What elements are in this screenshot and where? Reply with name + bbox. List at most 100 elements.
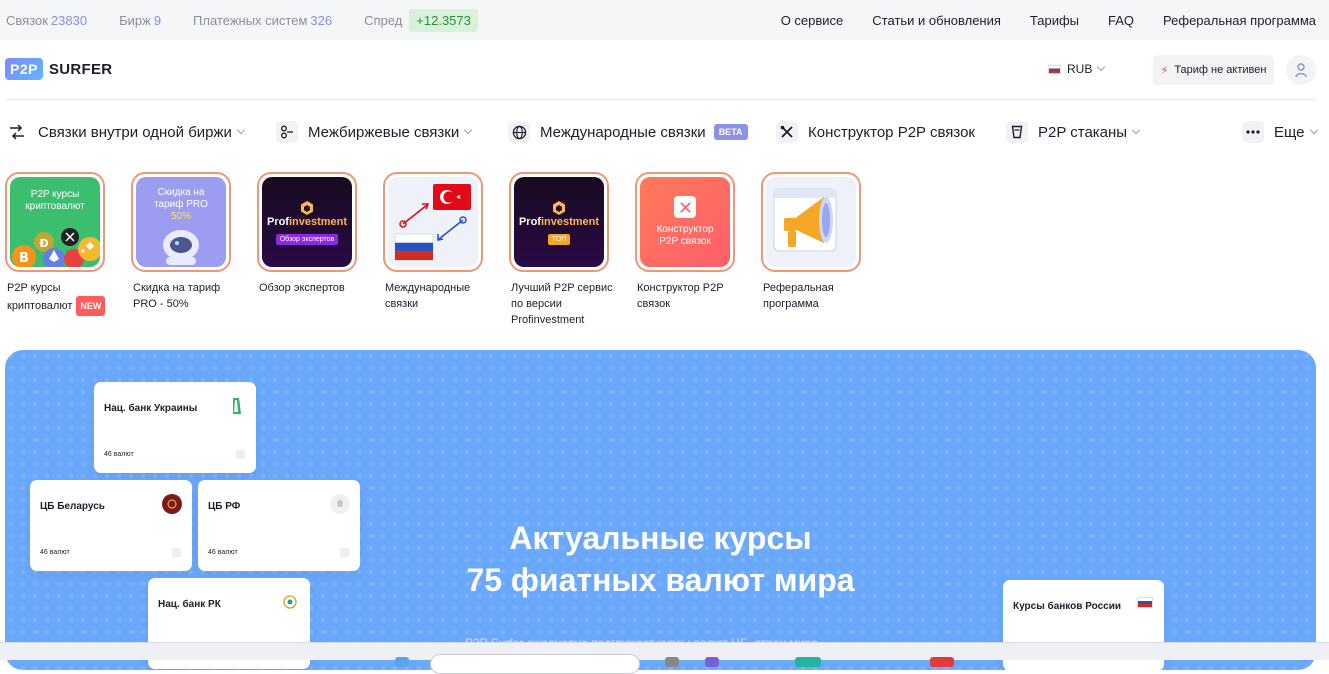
profinvestment-logo: Profinvestment [266,215,348,228]
nav-label: Международные связки [540,123,706,141]
tariff-label: Тариф не активен [1174,64,1267,76]
stat-exchanges: Бирж 9 [119,12,162,28]
arrow-icon [236,450,245,459]
currency-label: RUB [1067,62,1093,76]
story-thumbnail [761,172,861,272]
tools-icon [776,121,798,143]
globe-icon [508,121,530,143]
nav-articles-link[interactable]: Статьи и обновления [872,13,1001,28]
svg-text:Đ: Đ [39,237,48,250]
crypto-coins-icon: B Đ [12,228,100,267]
story-image-sub: ТОП [547,233,571,245]
profinvestment-logo-icon [553,200,565,215]
os-taskbar [0,642,1329,674]
nav-about-link[interactable]: О сервисе [781,13,844,28]
chevron-down-icon [1309,125,1318,135]
currency-selector[interactable]: RUB [1048,62,1106,76]
arbitrage-icon [6,121,28,143]
section-navigation: Связки внутри одной биржи Межбиржевые св… [0,118,1329,146]
story-crypto-rates[interactable]: P2P курсы криптовалют B Đ P2P курсы крип… [5,172,106,316]
beta-badge: BETA [713,124,748,140]
logo[interactable]: P2P SURFER [5,58,112,80]
story-thumbnail [383,172,483,272]
megaphone-icon [773,188,837,252]
russia-bank-emblem-icon [330,494,350,514]
stat-spread: Спред +12.3573 [364,8,478,32]
story-thumbnail: Profinvestment ТОП [509,172,609,272]
app-icon[interactable] [930,657,954,667]
nav-single-exchange[interactable]: Связки внутри одной биржи [6,118,246,146]
header-divider [5,99,1316,100]
belarus-bank-emblem-icon [162,494,182,514]
bank-name: Курсы банков России [1013,601,1122,612]
nav-constructor[interactable]: Конструктор P2P связок [776,118,975,146]
nav-tariffs-link[interactable]: Тарифы [1030,13,1079,28]
story-image-text: Конструктор P2P связок [656,224,714,247]
russia-flag-icon [1048,64,1061,74]
top-navigation: О сервисе Статьи и обновления Тарифы FAQ… [752,0,1316,40]
start-icon[interactable] [395,657,409,667]
chevron-down-icon [463,125,473,135]
story-expert-review[interactable]: Profinvestment Обзор экспертов Обзор экс… [257,172,357,296]
story-international[interactable]: Международные связки [383,172,483,312]
user-icon [1295,62,1307,77]
profinvestment-logo: Profinvestment [518,215,600,228]
stat-bundles: Связок 23830 [6,12,88,28]
bank-card-ukraine[interactable]: Нац. банк Украины 46 валют [94,382,256,473]
nav-inter-exchange[interactable]: Межбиржевые связки [276,118,473,146]
story-image-sub: 50% [170,211,191,222]
logo-badge: P2P [5,58,43,80]
story-pro-discount[interactable]: Скидка на тариф PRO 50% Скидка на тариф … [131,172,231,312]
nav-label: Конструктор P2P связок [808,123,975,141]
nav-faq-link[interactable]: FAQ [1108,13,1134,28]
story-thumbnail: Конструктор P2P связок [635,172,735,272]
story-referral[interactable]: Реферальная программа [761,172,861,312]
new-badge: NEW [76,296,106,316]
currency-count: 46 валют [104,451,134,458]
exchange-icon [276,121,298,143]
story-thumbnail: Скидка на тариф PRO 50% [131,172,231,272]
nav-international[interactable]: Международные связки BETA [508,118,748,146]
app-icon[interactable] [705,657,719,667]
hero-title-line1: Актуальные курсы [509,520,812,556]
nav-more[interactable]: Еще [1242,118,1318,146]
story-caption: Лучший P2P сервис по версии Profinvestme… [511,282,613,326]
story-best-service[interactable]: Profinvestment ТОП Лучший P2P сервис по … [509,172,613,328]
app-icon[interactable] [795,657,821,667]
story-caption: P2P курсы криптовалют NEW [7,280,117,316]
user-profile-button[interactable] [1286,55,1316,85]
profinvestment-logo-icon [301,200,313,215]
nav-label: Еще [1274,123,1305,141]
nav-label: P2P стаканы [1038,123,1128,141]
story-caption: Международные связки [385,282,471,310]
chevron-down-icon [1131,125,1141,135]
astronaut-icon [163,230,199,265]
tariff-button[interactable]: ⚡ Тариф не активен [1153,55,1274,85]
fiat-rates-hero: Нац. банк Украины 46 валют ЦБ Беларусь 4… [5,350,1316,670]
nav-label: Межбиржевые связки [308,123,460,141]
story-image-text: Скидка на тариф PRO [154,187,208,210]
story-caption: Скидка на тариф PRO - 50% [133,282,221,310]
glass-icon [1006,121,1028,143]
svg-text:B: B [19,251,29,266]
chevron-down-icon [236,125,246,135]
more-icon [1242,121,1264,143]
ukraine-bank-emblem-icon [226,396,246,416]
tools-icon [674,196,696,218]
russia-flag-icon [1136,596,1154,608]
story-image-text: P2P курсы криптовалют [25,189,85,212]
taskview-icon[interactable] [665,657,679,667]
stat-payment-systems: Платежных систем 326 [193,12,333,28]
chevron-down-icon [1097,62,1106,72]
bank-name: Нац. банк Украины [104,403,198,414]
story-constructor[interactable]: Конструктор P2P связок Конструктор P2P с… [635,172,735,312]
nav-p2p-glasses[interactable]: P2P стаканы [1006,118,1141,146]
story-caption: Конструктор P2P связок [637,282,724,310]
story-caption: Обзор экспертов [259,282,345,294]
bank-name: ЦБ РФ [208,501,241,512]
logo-text: SURFER [48,60,113,78]
story-thumbnail: P2P курсы криптовалют B Đ [5,172,105,272]
nav-referral-link[interactable]: Реферальная программа [1163,13,1316,28]
taskbar-search[interactable] [430,654,640,674]
story-caption: Реферальная программа [763,282,834,310]
